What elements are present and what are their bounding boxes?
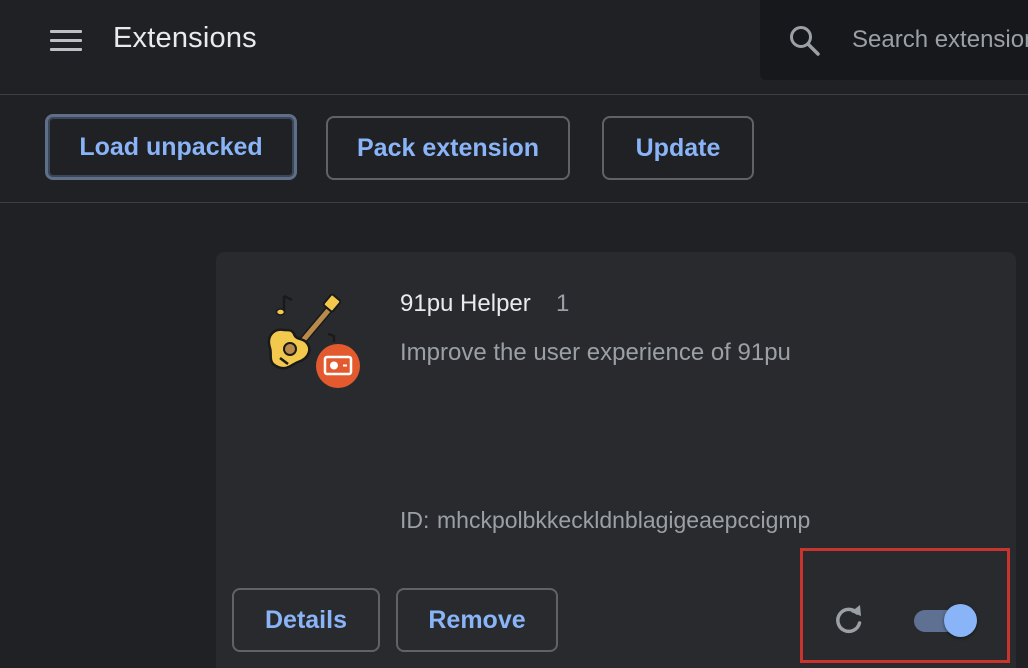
reload-icon[interactable] — [830, 602, 866, 638]
toggle-knob — [944, 604, 977, 637]
extension-description: Improve the user experience of 91pu — [400, 339, 791, 366]
update-button[interactable]: Update — [602, 116, 754, 180]
extensions-page: Extensions Load unpacked Pack extension … — [0, 0, 1028, 668]
pack-extension-button[interactable]: Pack extension — [326, 116, 570, 180]
extension-id-label: ID: — [400, 507, 430, 533]
guitar-logo-icon — [267, 293, 360, 388]
extension-enable-toggle[interactable] — [912, 604, 980, 637]
hamburger-menu-icon[interactable] — [50, 25, 86, 55]
extension-name: 91pu Helper — [400, 290, 531, 317]
search-input[interactable] — [852, 22, 1028, 58]
search-box[interactable] — [760, 0, 1028, 80]
search-icon[interactable] — [788, 24, 822, 58]
header-bar: Extensions — [0, 0, 1028, 95]
toolbar: Load unpacked Pack extension Update — [0, 96, 1028, 203]
page-title: Extensions — [113, 22, 257, 54]
load-unpacked-button[interactable]: Load unpacked — [45, 114, 297, 180]
details-button[interactable]: Details — [232, 588, 380, 652]
remove-button[interactable]: Remove — [396, 588, 558, 652]
extension-id-value: mhckpolbkkeckldnblagigeaepccigmp — [437, 507, 811, 533]
extension-version: 1 — [556, 290, 570, 317]
